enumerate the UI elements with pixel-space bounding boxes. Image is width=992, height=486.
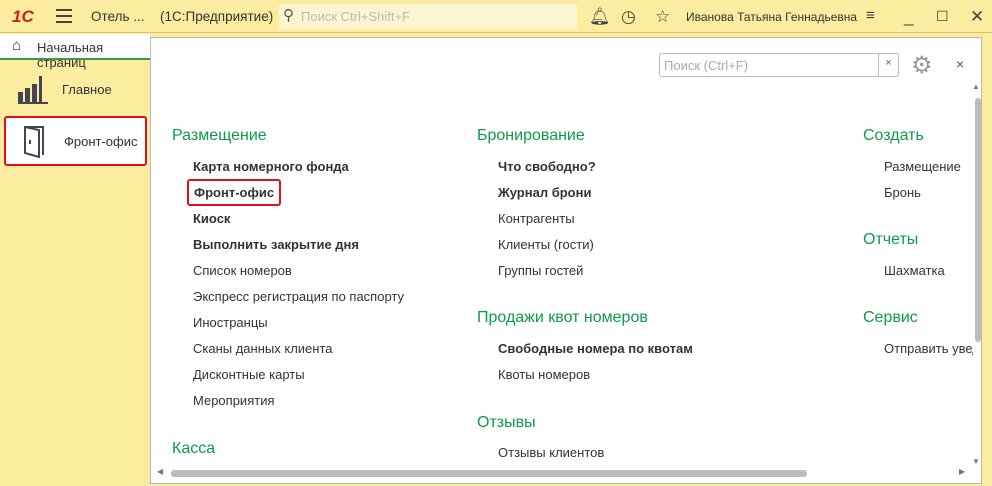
nav-link[interactable]: Журнал брони — [498, 185, 591, 200]
nav-link[interactable]: Что свободно? — [498, 159, 596, 174]
section-heading: Создать — [863, 127, 924, 144]
nav-link[interactable]: Дисконтные карты — [193, 367, 305, 382]
panel-search-input[interactable]: Поиск (Ctrl+F) × — [659, 53, 899, 77]
nav-link[interactable]: Контрагенты — [498, 211, 575, 226]
nav-link[interactable]: Квоты номеров — [498, 367, 590, 382]
nav-link[interactable]: Отправить уведомления — [884, 341, 973, 356]
star-icon[interactable]: ☆ — [655, 7, 670, 27]
tab-home[interactable]: ⌂ Начальная страниц — [0, 34, 150, 70]
close-panel-button[interactable]: × — [956, 56, 964, 72]
scroll-right-icon[interactable]: ▶ — [959, 467, 965, 476]
platform-label: (1С:Предприятие) — [160, 9, 274, 24]
nav-link[interactable]: Группы гостей — [498, 263, 583, 278]
door-icon — [24, 126, 44, 158]
search-icon: ⚲ — [283, 7, 294, 24]
clear-search-button[interactable]: × — [878, 54, 898, 76]
nav-link[interactable]: Мероприятия — [193, 393, 275, 408]
sidebar-item-main[interactable]: Главное — [4, 66, 147, 116]
sidebar-item-front-office[interactable]: Фронт-офис — [4, 116, 147, 166]
close-window-icon[interactable]: ✕ — [970, 7, 984, 27]
minimize-icon[interactable]: _ — [904, 7, 913, 27]
nav-link[interactable]: Список номеров — [193, 263, 292, 278]
user-name[interactable]: Иванова Татьяна Геннадьевна — [686, 10, 857, 24]
vertical-scrollbar[interactable] — [975, 98, 981, 342]
section-heading: Сервис — [863, 309, 918, 326]
scroll-down-icon[interactable]: ▼ — [972, 457, 980, 466]
1c-logo[interactable]: 1С — [12, 7, 34, 27]
nav-link[interactable]: Размещение — [884, 159, 961, 174]
nav-link[interactable]: Иностранцы — [193, 315, 268, 330]
nav-link[interactable]: Карта номерного фонда — [193, 159, 349, 174]
section-heading: Размещение — [172, 127, 267, 144]
settings-menu-icon[interactable]: ≡ — [866, 7, 875, 24]
nav-link[interactable]: Киоск — [193, 211, 230, 226]
app-title: Отель ... — [91, 9, 145, 24]
scroll-up-icon[interactable]: ▲ — [972, 82, 980, 91]
section-heading: Касса — [172, 440, 216, 457]
global-search-input[interactable]: ⚲ Поиск Ctrl+Shift+F — [279, 4, 577, 29]
scroll-left-icon[interactable]: ◀ — [157, 467, 163, 476]
nav-link[interactable]: Шахматка — [884, 263, 945, 278]
section-heading: Бронирование — [477, 127, 585, 144]
nav-link[interactable]: Сканы данных клиента — [193, 341, 332, 356]
horizontal-scrollbar[interactable] — [171, 470, 807, 477]
nav-link[interactable]: Выполнить закрытие дня — [193, 237, 359, 252]
history-icon[interactable]: ◷ — [621, 7, 636, 27]
home-icon: ⌂ — [12, 37, 22, 54]
sidebar-item-label: Фронт-офис — [64, 134, 138, 149]
nav-link[interactable]: Отзывы клиентов — [498, 445, 604, 460]
search-placeholder: Поиск Ctrl+Shift+F — [301, 9, 410, 24]
section-panel: Поиск (Ctrl+F) × ⚙ × Размещение Карта но… — [150, 37, 982, 484]
nav-link[interactable]: Бронь — [884, 185, 921, 200]
panel-search-placeholder: Поиск (Ctrl+F) — [664, 58, 749, 73]
nav-link-highlighted[interactable]: Фронт-офис — [187, 179, 282, 206]
section-heading: Продажи квот номеров — [477, 309, 648, 326]
nav-link[interactable]: Экспресс регистрация по паспорту — [193, 289, 404, 304]
maximize-icon[interactable]: ☐ — [936, 8, 949, 25]
section-heading: Отзывы — [477, 414, 536, 431]
menu-icon[interactable] — [56, 9, 72, 23]
bar-chart-icon — [18, 76, 48, 104]
nav-link[interactable]: Свободные номера по квотам — [498, 341, 693, 356]
title-bar: 1С Отель ... (1С:Предприятие) ⚲ Поиск Ct… — [0, 0, 992, 33]
bell-icon[interactable]: 🔔︎ — [589, 7, 611, 27]
column-create: Создать Размещение Бронь Отчеты Шахматка… — [851, 118, 973, 468]
nav-link[interactable]: Клиенты (гости) — [498, 237, 594, 252]
gear-icon[interactable]: ⚙ — [911, 51, 933, 80]
sidebar-item-label: Главное — [62, 82, 112, 97]
section-heading: Отчеты — [863, 231, 919, 248]
